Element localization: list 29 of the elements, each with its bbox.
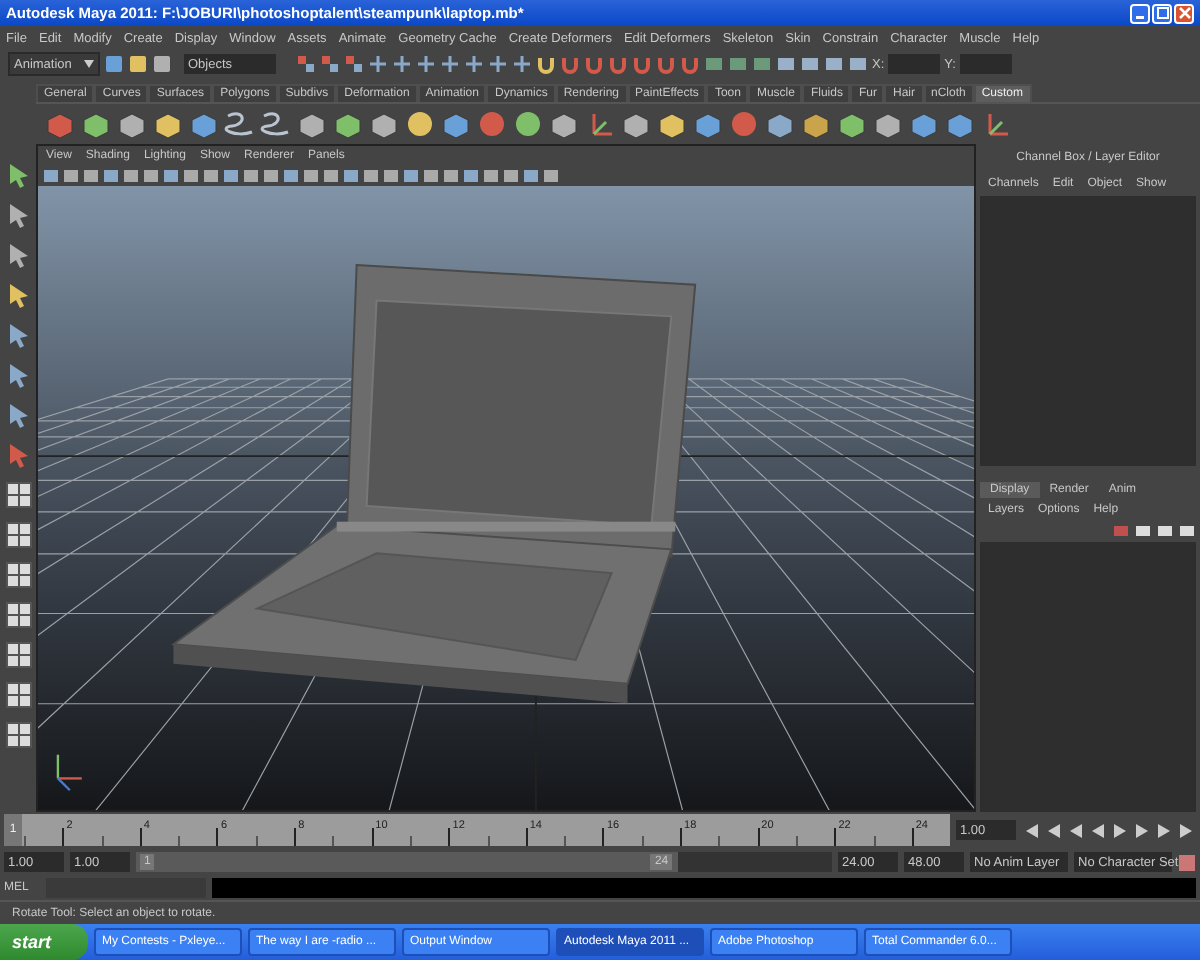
go-start-icon[interactable] bbox=[1022, 821, 1042, 839]
y-field[interactable] bbox=[959, 54, 1012, 74]
ball-icon[interactable] bbox=[404, 108, 436, 140]
hierarchy-icon[interactable] bbox=[296, 54, 316, 74]
sphere-icon[interactable] bbox=[728, 108, 760, 140]
start-button[interactable]: start bbox=[0, 924, 88, 960]
step-back-frame-icon[interactable] bbox=[1066, 821, 1086, 839]
object-icon[interactable] bbox=[320, 54, 340, 74]
caret-icon bbox=[84, 60, 94, 68]
curve-icon[interactable] bbox=[224, 108, 256, 140]
go-end-icon[interactable] bbox=[1176, 821, 1196, 839]
step-back-key-icon[interactable] bbox=[1044, 821, 1064, 839]
maximize-icon bbox=[1155, 6, 1169, 20]
step-forward-key-icon[interactable] bbox=[1154, 821, 1174, 839]
component-icon[interactable] bbox=[344, 54, 364, 74]
command-input-field[interactable] bbox=[46, 878, 206, 898]
close-button[interactable] bbox=[1174, 3, 1194, 23]
sphere-icon[interactable] bbox=[512, 108, 544, 140]
layout-four-icon[interactable] bbox=[3, 520, 33, 550]
step-forward-frame-icon[interactable] bbox=[1132, 821, 1152, 839]
close-icon bbox=[1177, 6, 1191, 20]
minimize-button[interactable] bbox=[1130, 3, 1150, 23]
maximize-button[interactable] bbox=[1152, 3, 1172, 23]
axis-indicator-icon bbox=[56, 754, 82, 792]
play-icon[interactable] bbox=[1110, 821, 1130, 839]
play-back-icon[interactable] bbox=[1088, 821, 1108, 839]
sphere-icon[interactable] bbox=[476, 108, 508, 140]
curve-icon[interactable] bbox=[260, 108, 292, 140]
x-field[interactable] bbox=[888, 54, 941, 74]
